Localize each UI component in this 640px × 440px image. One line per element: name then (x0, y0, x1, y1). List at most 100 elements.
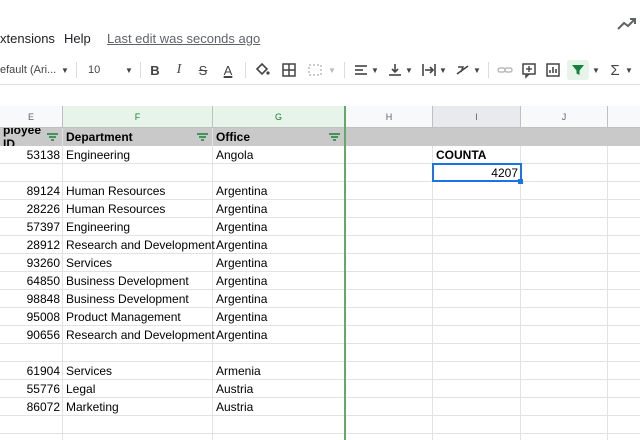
cell-department[interactable]: Marketing (63, 398, 213, 415)
formula-bar[interactable] (0, 84, 640, 108)
cell-employee-id[interactable]: 55776 (0, 380, 63, 397)
last-edit-link[interactable]: Last edit was seconds ago (107, 31, 260, 46)
menu-extensions[interactable]: xtensions (0, 31, 55, 46)
cell-department[interactable]: Services (63, 254, 213, 271)
cell-office[interactable]: Argentina (213, 254, 345, 271)
text-wrapping-icon[interactable] (420, 60, 438, 80)
cell-employee-id[interactable]: 28226 (0, 200, 63, 217)
cell-office[interactable]: Austria (213, 398, 345, 415)
activity-trend-icon[interactable] (617, 16, 637, 32)
cell-employee-id[interactable]: 86072 (0, 398, 63, 415)
font-size-caret-icon[interactable]: ▼ (125, 60, 133, 80)
vertical-align-icon[interactable] (386, 60, 404, 80)
header-cell-office[interactable]: Office (213, 128, 345, 146)
filter-toggle-icon[interactable] (197, 132, 208, 142)
filter-caret-icon[interactable]: ▼ (592, 60, 600, 80)
cell-department[interactable]: Research and Development (63, 326, 215, 343)
column-header-i[interactable]: I (433, 106, 521, 128)
merge-cells-icon[interactable] (306, 60, 324, 80)
cell-employee-id[interactable]: 53138 (0, 146, 63, 163)
header-cell-department[interactable]: Department (63, 128, 213, 146)
table-header-row: ployee ID Department Office (0, 128, 640, 146)
cell-employee-id[interactable] (0, 416, 63, 433)
cell-office[interactable]: Argentina (213, 182, 345, 199)
cell-department[interactable]: Product Management (63, 308, 213, 325)
cell-office[interactable] (213, 416, 345, 433)
insert-chart-icon[interactable] (544, 60, 562, 80)
font-family-caret-icon[interactable]: ▼ (61, 60, 69, 80)
cell-employee-id[interactable]: 90656 (0, 326, 63, 343)
cell-employee-id[interactable]: 61904 (0, 362, 63, 379)
cell-office[interactable]: Argentina (213, 326, 345, 343)
text-color-button[interactable]: A (218, 60, 238, 80)
font-family-select[interactable]: efault (Ari... (0, 60, 62, 80)
cell-employee-id[interactable]: 28912 (0, 236, 63, 253)
cell-department[interactable] (63, 164, 213, 181)
insert-link-icon[interactable] (496, 60, 514, 80)
cell-department[interactable]: Services (63, 362, 213, 379)
cell-office[interactable] (213, 164, 345, 181)
italic-button[interactable]: I (170, 60, 188, 80)
cell-office[interactable]: Argentina (213, 308, 345, 325)
cell-department[interactable] (63, 416, 213, 433)
cell-employee-id[interactable]: 95008 (0, 308, 63, 325)
borders-icon[interactable] (280, 60, 298, 80)
text-rotation-caret-icon[interactable]: ▼ (473, 60, 481, 80)
font-size-select[interactable]: 10 (88, 60, 112, 80)
merge-caret-icon[interactable]: ▼ (328, 60, 336, 80)
cell-department[interactable]: Business Development (63, 290, 213, 307)
cell-office[interactable] (213, 344, 345, 361)
column-header-k[interactable] (608, 106, 640, 128)
column-header-g[interactable]: G (213, 106, 345, 128)
text-rotation-icon[interactable] (454, 60, 472, 80)
filter-toggle-icon[interactable] (47, 132, 58, 142)
cell-employee-id[interactable] (0, 164, 63, 181)
cell-office[interactable]: Argentina (213, 200, 345, 217)
column-header-j[interactable]: J (521, 106, 608, 128)
horizontal-align-caret-icon[interactable]: ▼ (371, 60, 379, 80)
cell-employee-id[interactable]: 64850 (0, 272, 63, 289)
menu-help[interactable]: Help (64, 31, 91, 46)
cell-department[interactable]: Engineering (63, 146, 213, 163)
toolbar-separator (344, 62, 345, 78)
counta-label-cell[interactable]: COUNTA (433, 146, 521, 163)
cell-department[interactable]: Human Resources (63, 200, 213, 217)
vertical-align-caret-icon[interactable]: ▼ (405, 60, 413, 80)
cell-employee-id[interactable]: 89124 (0, 182, 63, 199)
cell-department[interactable]: Engineering (63, 218, 213, 235)
cell-office[interactable]: Angola (213, 146, 345, 163)
header-cell-employee-id[interactable]: ployee ID (0, 128, 63, 146)
functions-caret-icon[interactable]: ▼ (625, 60, 633, 80)
cell-employee-id[interactable]: 98848 (0, 290, 63, 307)
cell-office[interactable]: Argentina (213, 272, 345, 289)
filter-toggle-icon[interactable] (329, 132, 340, 142)
cell-employee-id[interactable]: 57397 (0, 218, 63, 235)
cell-department[interactable]: Human Resources (63, 182, 213, 199)
cell-office[interactable]: Argentina (213, 218, 345, 235)
cell-office[interactable]: Argentina (213, 290, 345, 307)
functions-button[interactable]: Σ (608, 60, 622, 80)
cell-department[interactable]: Research and Development (63, 236, 215, 253)
cell-office[interactable]: Austria (213, 380, 345, 397)
cell-employee-id[interactable]: 93260 (0, 254, 63, 271)
frozen-columns-divider[interactable] (344, 106, 346, 440)
column-header-h[interactable]: H (346, 106, 433, 128)
cell-department[interactable]: Business Development (63, 272, 213, 289)
active-cell-selection[interactable] (432, 163, 522, 182)
fill-handle[interactable] (518, 179, 523, 184)
cell-office[interactable]: Argentina (213, 236, 345, 253)
cell-department[interactable]: Legal (63, 380, 213, 397)
fill-color-icon[interactable] (253, 60, 271, 80)
insert-comment-icon[interactable] (520, 60, 538, 80)
bold-button[interactable]: B (146, 60, 164, 80)
filter-icon[interactable] (567, 60, 589, 80)
cell-department[interactable] (63, 344, 213, 361)
cell-employee-id[interactable] (0, 344, 63, 361)
cell-office[interactable]: Armenia (213, 362, 345, 379)
text-wrapping-caret-icon[interactable]: ▼ (439, 60, 447, 80)
column-header-e[interactable]: E (0, 106, 63, 128)
table-row (0, 416, 640, 434)
horizontal-align-icon[interactable] (352, 60, 370, 80)
column-header-f[interactable]: F (63, 106, 213, 128)
strikethrough-button[interactable]: S (194, 60, 212, 80)
